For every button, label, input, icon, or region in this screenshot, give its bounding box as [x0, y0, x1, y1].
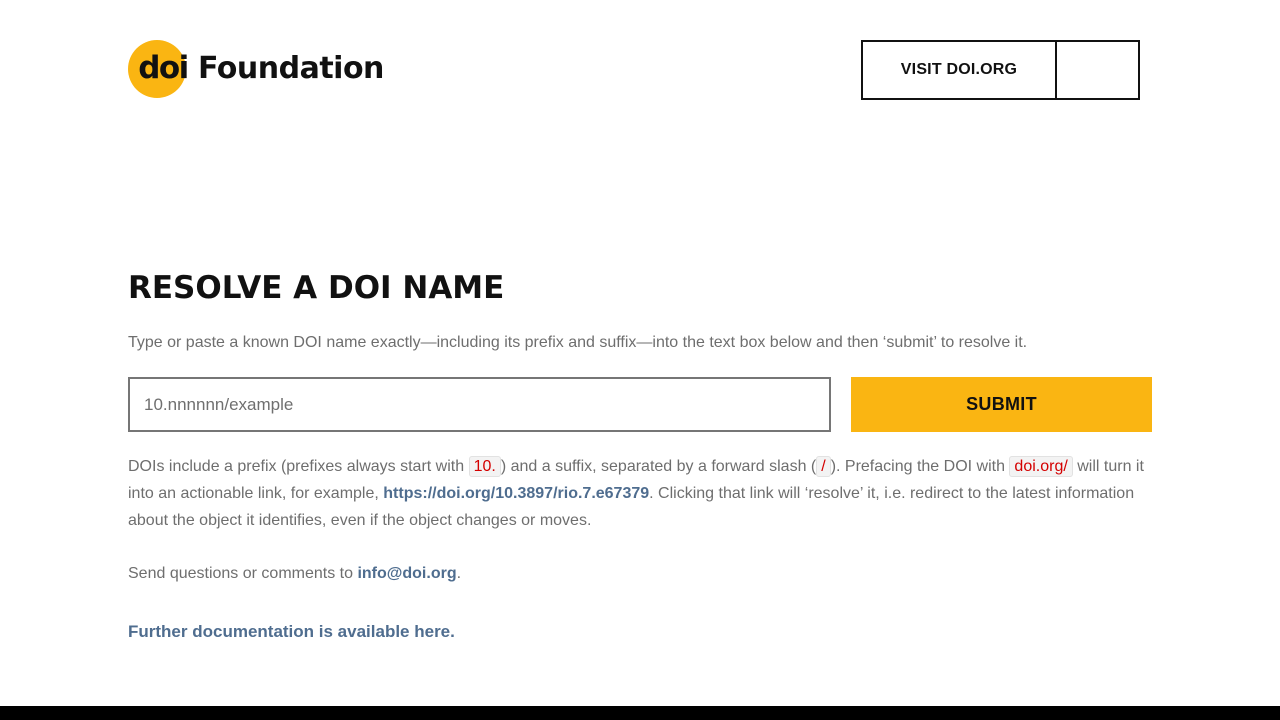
menu-button[interactable] — [1057, 42, 1138, 98]
logo-circle: doi — [128, 40, 189, 98]
contact-line: Send questions or comments to info@doi.o… — [128, 565, 461, 583]
logo-mark-text: doi — [138, 50, 189, 86]
email-link[interactable]: info@doi.org — [357, 565, 456, 582]
submit-button[interactable]: SUBMIT — [851, 377, 1152, 432]
explanation-text: ). Prefacing the DOI with — [830, 458, 1010, 475]
header-actions: VISIT DOI.ORG — [861, 40, 1140, 100]
documentation-link[interactable]: Further documentation is available here. — [128, 622, 455, 642]
logo-wordmark: Foundation — [198, 50, 384, 86]
doi-foundation-logo[interactable]: doi Foundation — [128, 40, 384, 98]
doi-org-code: doi.org/ — [1009, 456, 1073, 477]
explanation-text: ) and a suffix, separated by a forward s… — [500, 458, 817, 475]
example-doi-link[interactable]: https://doi.org/10.3897/rio.7.e67379 — [383, 485, 649, 502]
visit-doi-org-button[interactable]: VISIT DOI.ORG — [863, 42, 1057, 98]
intro-text: Type or paste a known DOI name exactly—i… — [128, 334, 1028, 351]
prefix-code: 10. — [468, 456, 501, 477]
slash-code: / — [816, 456, 831, 477]
doi-search-input[interactable] — [128, 377, 831, 432]
contact-period: . — [456, 565, 462, 582]
page-title: RESOLVE A DOI NAME — [128, 270, 505, 306]
footer-bar — [0, 706, 1280, 720]
contact-text: Send questions or comments to — [128, 565, 358, 582]
explanation-text: DOIs include a prefix (prefixes always s… — [128, 458, 469, 475]
explanation-paragraph: DOIs include a prefix (prefixes always s… — [128, 453, 1152, 534]
